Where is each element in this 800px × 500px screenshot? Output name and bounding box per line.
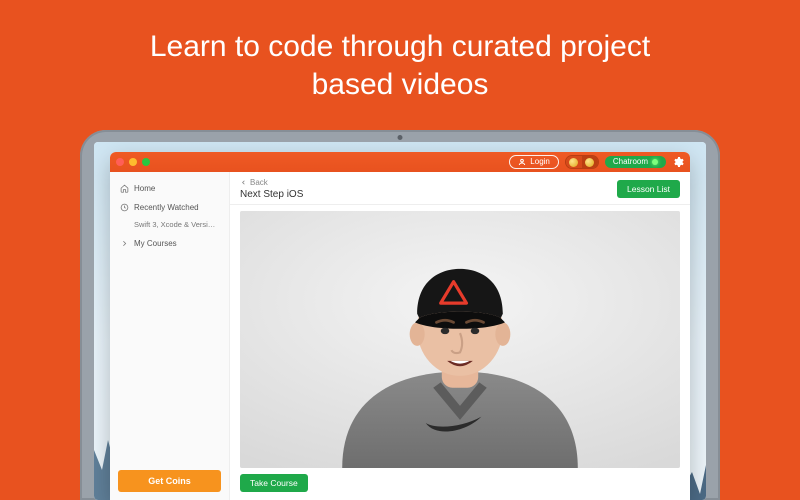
video-player[interactable] <box>240 211 680 468</box>
sidebar-recent-item-label: Swift 3, Xcode & Version Contro… <box>134 220 221 229</box>
app-body: Home Recently Watched Swift 3, Xcode & V… <box>110 172 690 500</box>
video-area <box>230 205 690 468</box>
get-coins-label: Get Coins <box>148 476 191 486</box>
online-status-icon <box>652 159 658 165</box>
sidebar-item-label: Home <box>134 184 155 193</box>
window-titlebar: Login Chatroom <box>110 152 690 172</box>
laptop-screen: Login Chatroom <box>94 142 706 500</box>
sidebar: Home Recently Watched Swift 3, Xcode & V… <box>110 172 230 500</box>
coin-icon <box>569 158 578 167</box>
titlebar-actions: Login Chatroom <box>509 155 684 169</box>
window-close-icon[interactable] <box>116 158 124 166</box>
window-traffic-lights <box>116 158 150 166</box>
lesson-list-button[interactable]: Lesson List <box>617 180 680 198</box>
headline-line-1: Learn to code through curated project <box>150 30 650 63</box>
lesson-list-label: Lesson List <box>627 184 670 194</box>
chatroom-button[interactable]: Chatroom <box>605 156 666 168</box>
sidebar-item-recent[interactable]: Recently Watched <box>118 199 221 216</box>
login-label: Login <box>530 158 550 166</box>
below-video-bar: Take Course <box>230 468 690 500</box>
main-panel: Back Next Step iOS Lesson List <box>230 172 690 500</box>
headline-line-2: based videos <box>312 68 489 101</box>
window-minimize-icon[interactable] <box>129 158 137 166</box>
chevron-right-icon <box>120 239 129 248</box>
laptop-camera <box>398 135 403 140</box>
app-window: Login Chatroom <box>110 152 690 500</box>
window-zoom-icon[interactable] <box>142 158 150 166</box>
sidebar-item-home[interactable]: Home <box>118 180 221 197</box>
sidebar-item-label: My Courses <box>134 239 177 248</box>
course-title: Next Step iOS <box>240 189 303 200</box>
sidebar-recent-item[interactable]: Swift 3, Xcode & Version Contro… <box>118 218 221 233</box>
get-coins-button[interactable]: Get Coins <box>118 470 221 492</box>
promo-headline: Learn to code through curated project ba… <box>0 28 800 103</box>
chatroom-label: Chatroom <box>613 158 648 166</box>
clock-icon <box>120 203 129 212</box>
laptop-frame: Login Chatroom <box>80 130 720 500</box>
back-label: Back <box>250 178 268 187</box>
take-course-label: Take Course <box>250 478 298 488</box>
back-button[interactable]: Back <box>240 178 303 187</box>
promo-stage: Learn to code through curated project ba… <box>0 0 800 500</box>
coin-icon <box>585 158 594 167</box>
login-button[interactable]: Login <box>509 155 559 169</box>
sidebar-item-my-courses[interactable]: My Courses <box>118 235 221 252</box>
chevron-left-icon <box>240 179 247 186</box>
coin-balance[interactable] <box>565 155 599 169</box>
user-icon <box>518 158 526 166</box>
sidebar-item-label: Recently Watched <box>134 203 199 212</box>
main-header: Back Next Step iOS Lesson List <box>230 172 690 205</box>
gear-icon[interactable] <box>672 156 684 168</box>
laptop-lid: Login Chatroom <box>80 130 720 500</box>
take-course-button[interactable]: Take Course <box>240 474 308 492</box>
home-icon <box>120 184 129 193</box>
